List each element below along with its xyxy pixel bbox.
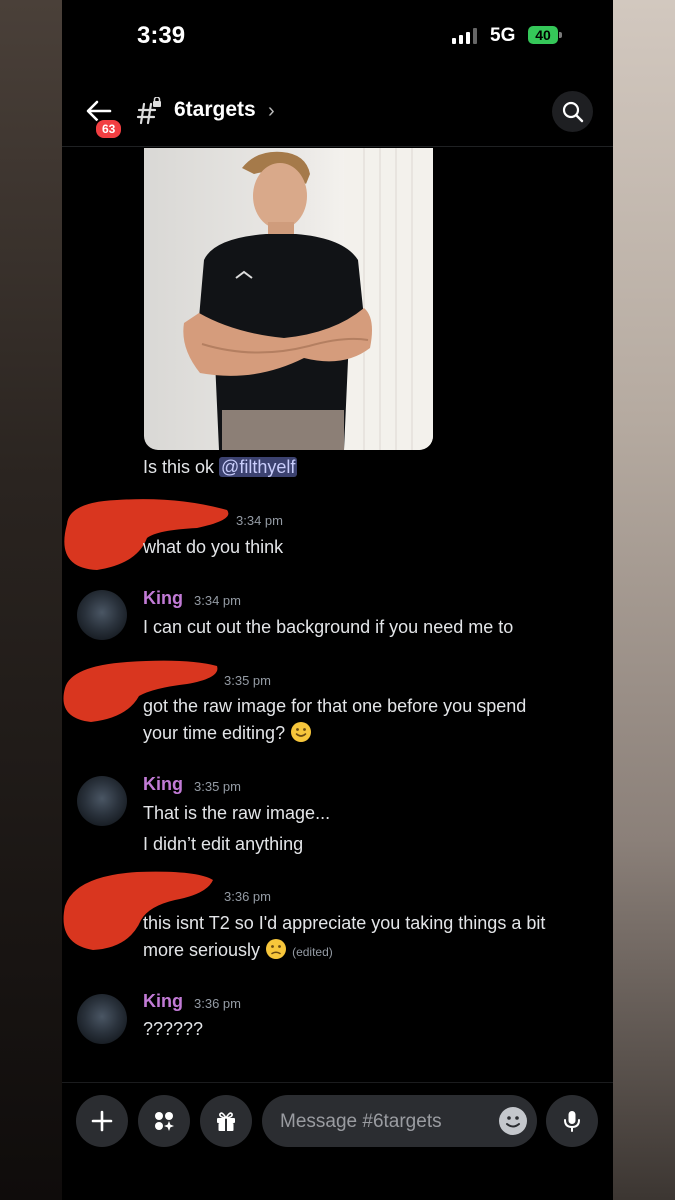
message-composer bbox=[62, 1082, 613, 1200]
message-line: your time editing? bbox=[143, 723, 286, 743]
message-input-box bbox=[262, 1095, 537, 1149]
phone-screen: 3:39 5G 40 63 6targets › Is this ok @fil… bbox=[62, 0, 613, 1200]
author-name[interactable]: King bbox=[143, 774, 183, 795]
network-type: 5G bbox=[490, 25, 516, 46]
message-timestamp: 3:34 pm bbox=[236, 513, 283, 528]
background-right bbox=[613, 0, 675, 1200]
message-timestamp: 3:36 pm bbox=[224, 889, 271, 904]
gift-button[interactable] bbox=[200, 1095, 252, 1147]
unread-badge: 63 bbox=[94, 118, 124, 140]
search-button[interactable] bbox=[552, 91, 593, 132]
author-name[interactable]: King bbox=[143, 991, 183, 1012]
message-text: got the raw image for that one before yo… bbox=[143, 696, 527, 716]
message-text: I can cut out the background if you need… bbox=[143, 617, 514, 637]
message-timestamp: 3:35 pm bbox=[194, 779, 241, 794]
message-text: Is this ok @filthyelf bbox=[143, 454, 298, 480]
message-timestamp: 3:34 pm bbox=[194, 593, 241, 608]
microphone-icon bbox=[564, 1111, 580, 1132]
battery-icon: 40 bbox=[528, 26, 562, 44]
author-name[interactable]: King bbox=[143, 588, 183, 609]
message-text: your time editing? bbox=[143, 720, 312, 746]
message-text: ?????? bbox=[143, 1019, 204, 1039]
plus-icon bbox=[91, 1110, 113, 1132]
locked-channel-hash-icon bbox=[136, 97, 161, 125]
apps-button[interactable] bbox=[138, 1095, 190, 1147]
slight-frown-emoji-icon bbox=[266, 939, 287, 959]
message-text: That is the raw image... bbox=[143, 803, 331, 823]
apps-icon bbox=[155, 1112, 174, 1131]
user-mention[interactable]: @filthyelf bbox=[219, 457, 298, 477]
emoji-picker-icon[interactable] bbox=[499, 1107, 527, 1135]
signal-icon bbox=[452, 28, 477, 44]
message-text: this isnt T2 so I'd appreciate you takin… bbox=[143, 913, 546, 933]
voice-message-button[interactable] bbox=[546, 1095, 598, 1147]
message-text: I didn’t edit anything bbox=[143, 834, 304, 854]
search-icon bbox=[562, 101, 583, 122]
channel-name[interactable]: 6targets bbox=[174, 98, 256, 122]
channel-header: 63 6targets › bbox=[62, 84, 613, 147]
message-body: Is this ok bbox=[143, 457, 215, 477]
message-text: more seriously (edited) bbox=[143, 937, 333, 965]
add-attachment-button[interactable] bbox=[76, 1095, 128, 1147]
avatar[interactable] bbox=[77, 776, 127, 826]
background-left bbox=[0, 0, 62, 1200]
image-attachment[interactable] bbox=[144, 148, 433, 450]
man-photo bbox=[183, 148, 433, 450]
status-bar: 3:39 5G 40 bbox=[62, 0, 613, 70]
message-line: more seriously bbox=[143, 940, 261, 960]
message-timestamp: 3:36 pm bbox=[194, 996, 241, 1011]
smile-face-icon bbox=[506, 1116, 520, 1128]
message-input[interactable] bbox=[278, 1095, 482, 1149]
message-text: what do you think bbox=[143, 537, 284, 557]
gift-icon bbox=[217, 1112, 235, 1131]
chevron-right-icon[interactable]: › bbox=[268, 100, 275, 123]
avatar[interactable] bbox=[77, 994, 127, 1044]
slight-smile-emoji-icon bbox=[291, 722, 312, 742]
avatar[interactable] bbox=[77, 590, 127, 640]
message-timestamp: 3:35 pm bbox=[224, 673, 271, 688]
edited-label: (edited) bbox=[292, 945, 333, 959]
status-time: 3:39 bbox=[137, 22, 186, 49]
